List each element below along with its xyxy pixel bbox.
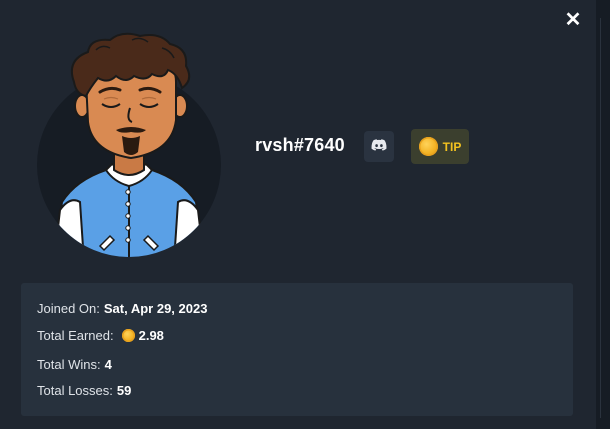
coin-icon (418, 137, 438, 156)
wins-row: Total Wins: 4 (37, 357, 112, 372)
username: rvsh#7640 (255, 135, 345, 155)
profile-modal: ✕ rvsh#7640 TIP Joined On: Sat, Apr 29, … (0, 0, 596, 429)
wins-label: Total Wins: (37, 357, 101, 372)
tip-label: TIP (442, 139, 462, 154)
avatar (36, 30, 222, 262)
discord-icon (371, 138, 387, 156)
earned-value: 2.98 (138, 328, 164, 343)
discord-button[interactable] (364, 131, 394, 162)
divider (600, 18, 601, 418)
losses-row: Total Losses: 59 (37, 383, 131, 398)
earned-row: Total Earned: 2.98 (37, 328, 164, 343)
losses-value: 59 (116, 383, 132, 398)
joined-row: Joined On: Sat, Apr 29, 2023 (37, 301, 207, 316)
joined-value: Sat, Apr 29, 2023 (103, 301, 208, 316)
losses-label: Total Losses: (37, 383, 113, 398)
wins-value: 4 (104, 357, 112, 372)
stats-panel: Joined On: Sat, Apr 29, 2023 Total Earne… (21, 283, 573, 416)
background-edge (596, 0, 610, 429)
avatar-illustration (37, 32, 221, 257)
tip-button[interactable]: TIP (411, 129, 469, 164)
earned-label: Total Earned: (37, 328, 114, 343)
coin-icon (121, 329, 135, 342)
joined-label: Joined On: (37, 301, 100, 316)
close-icon[interactable]: ✕ (563, 10, 583, 30)
